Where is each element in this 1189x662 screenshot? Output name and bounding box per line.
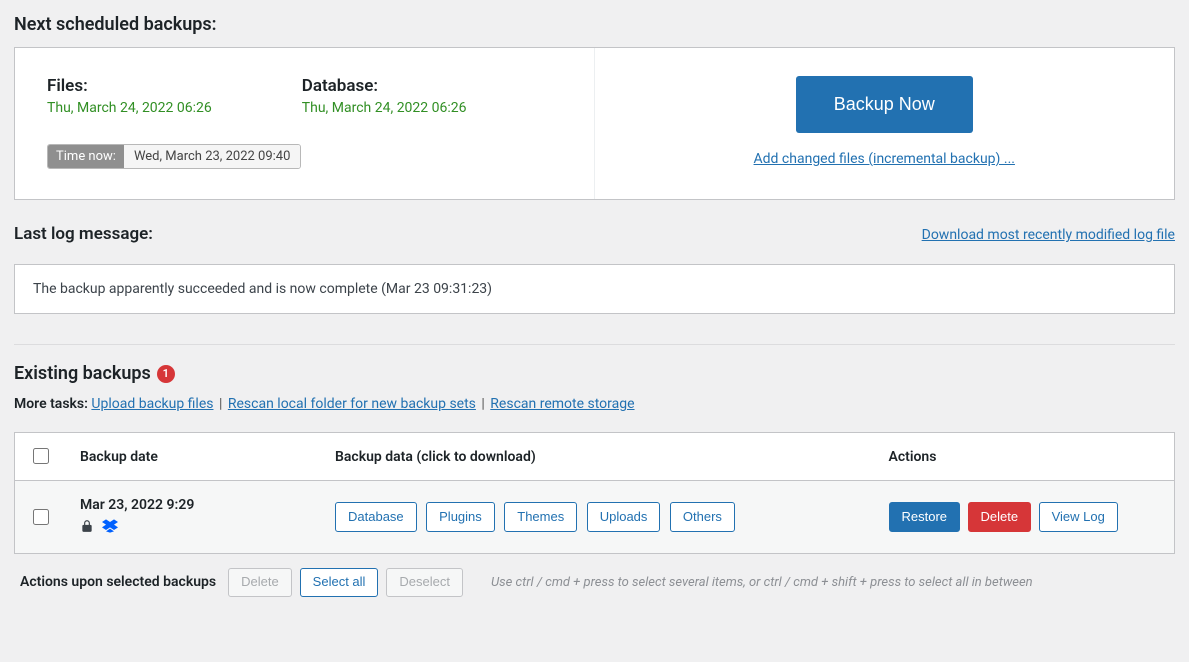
selection-hint: Use ctrl / cmd + press to select several… [491,575,1033,590]
lock-icon [80,519,94,537]
schedule-files-label: Files: [47,76,212,96]
delete-button[interactable]: Delete [968,502,1032,532]
rescan-local-link[interactable]: Rescan local folder for new backup sets [228,396,476,412]
header-checkbox-cell [15,433,67,481]
schedule-right: Backup Now Add changed files (incrementa… [595,48,1175,199]
download-themes-button[interactable]: Themes [504,502,577,532]
select-all-checkbox[interactable] [33,448,49,464]
backups-table: Backup date Backup data (click to downlo… [14,432,1175,554]
table-row: Mar 23, 2022 9:29 Database Plugins Theme… [15,481,1175,554]
existing-backups-heading: Existing backups 1 [14,363,175,384]
download-uploads-button[interactable]: Uploads [587,502,661,532]
bulk-delete-button[interactable]: Delete [228,568,292,597]
schedule-files-col: Files: Thu, March 24, 2022 06:26 [47,76,212,116]
separator: | [217,396,228,412]
time-now-value: Wed, March 23, 2022 09:40 [124,145,300,168]
last-log-message: The backup apparently succeeded and is n… [14,264,1175,314]
view-log-button[interactable]: View Log [1039,502,1118,532]
row-checkbox[interactable] [33,509,49,525]
select-all-button[interactable]: Select all [300,568,379,597]
existing-backups-count-badge: 1 [157,365,175,383]
download-plugins-button[interactable]: Plugins [426,502,495,532]
schedule-database-col: Database: Thu, March 24, 2022 06:26 [302,76,467,116]
actions-cell: Restore Delete View Log [875,481,1175,554]
selected-actions-label: Actions upon selected backups [20,574,216,590]
backup-icons [80,519,307,537]
header-backup-data: Backup data (click to download) [321,433,875,481]
incremental-backup-link[interactable]: Add changed files (incremental backup) .… [754,151,1015,167]
schedule-left: Files: Thu, March 24, 2022 06:26 Databas… [15,48,595,199]
upload-backup-files-link[interactable]: Upload backup files [91,396,213,412]
separator: | [479,396,490,412]
deselect-button[interactable]: Deselect [386,568,463,597]
schedule-panel: Files: Thu, March 24, 2022 06:26 Databas… [14,47,1175,200]
header-backup-date: Backup date [66,433,321,481]
existing-backups-label: Existing backups [14,363,151,384]
time-now-label: Time now: [48,145,124,168]
selected-actions-row: Actions upon selected backups Delete Sel… [14,554,1175,597]
download-others-button[interactable]: Others [670,502,735,532]
more-tasks-row: More tasks: Upload backup files | Rescan… [14,396,1175,412]
download-database-button[interactable]: Database [335,502,417,532]
schedule-database-label: Database: [302,76,467,96]
backup-date: Mar 23, 2022 9:29 [80,497,194,513]
header-actions: Actions [875,433,1175,481]
schedule-files-time: Thu, March 24, 2022 06:26 [47,100,212,116]
scheduled-backups-heading: Next scheduled backups: [14,14,1175,35]
last-log-heading: Last log message: [14,224,153,244]
backups-table-header: Backup date Backup data (click to downlo… [15,433,1175,481]
row-checkbox-cell [15,481,67,554]
more-tasks-label: More tasks: [14,396,88,412]
log-header: Last log message: Download most recently… [14,224,1175,254]
section-divider [14,344,1175,345]
restore-button[interactable]: Restore [889,502,961,532]
backup-date-cell: Mar 23, 2022 9:29 [66,481,321,554]
time-now-box: Time now: Wed, March 23, 2022 09:40 [47,144,301,169]
schedule-database-time: Thu, March 24, 2022 06:26 [302,100,467,116]
backup-now-button[interactable]: Backup Now [796,76,973,133]
dropbox-icon [102,519,118,537]
backup-data-cell: Database Plugins Themes Uploads Others [321,481,875,554]
download-log-link[interactable]: Download most recently modified log file [922,227,1175,243]
rescan-remote-link[interactable]: Rescan remote storage [490,396,634,412]
